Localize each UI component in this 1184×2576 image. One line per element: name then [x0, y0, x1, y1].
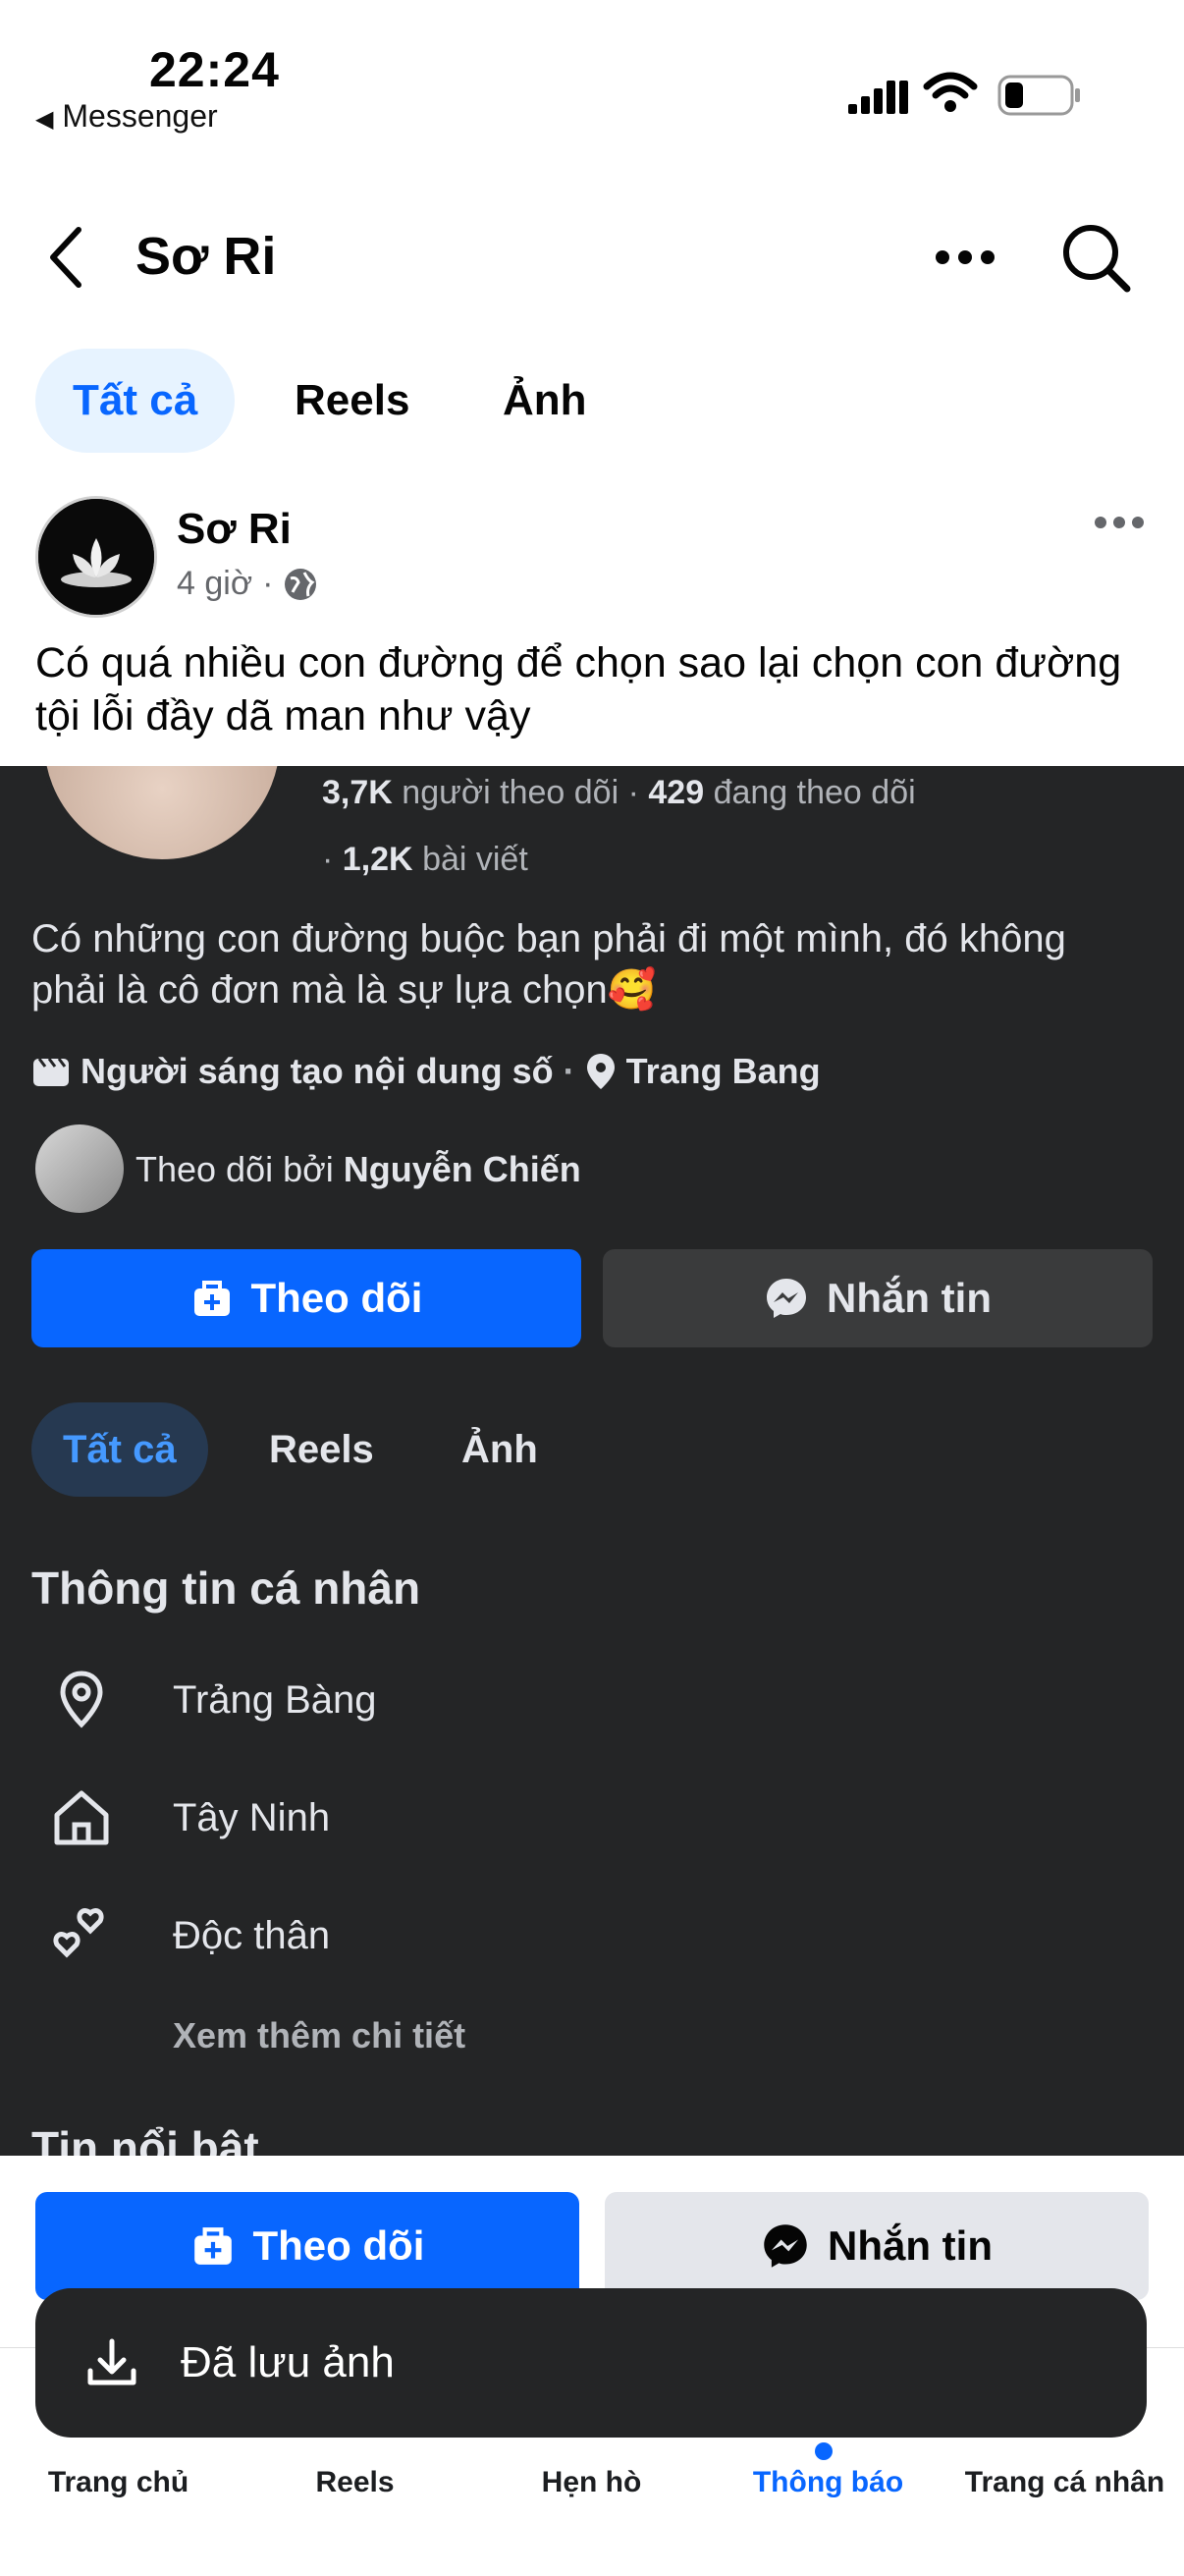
meta-dot: · — [262, 565, 274, 602]
globe-icon — [285, 568, 317, 600]
post-more-icon[interactable] — [1094, 515, 1145, 535]
post-text: Có quá nhiều con đường để chọn sao lại c… — [35, 639, 1122, 740]
nav-reels[interactable]: Reels — [237, 2466, 473, 2499]
posts-stats: · 1,2K bài viết — [322, 841, 528, 879]
saved-photo-toast: Đã lưu ảnh — [35, 2288, 1147, 2438]
post-author-name[interactable]: Sơ Ri — [177, 505, 292, 554]
profile-bio: Có những con đường buộc bạn phải đi một … — [31, 917, 1066, 1012]
wifi-icon — [923, 71, 978, 119]
message-button-label: Nhắn tin — [827, 1275, 992, 1321]
page-title: Sơ Ri — [135, 227, 277, 286]
following-label: đang theo dõi — [713, 774, 916, 811]
nav-notifications[interactable]: Thông báo — [710, 2466, 946, 2499]
toast-text: Đã lưu ảnh — [181, 2338, 395, 2386]
nav-profile[interactable]: Trang cá nhân — [946, 2466, 1183, 2499]
back-arrow-icon[interactable] — [43, 224, 86, 296]
signal-icon — [846, 77, 909, 121]
profile-photo-partial — [39, 766, 285, 864]
nav-dating[interactable]: Hẹn hò — [473, 2466, 710, 2499]
follow-icon — [193, 2227, 232, 2265]
see-more-details-link[interactable]: Xem thêm chi tiết — [173, 2015, 465, 2056]
profile-meta-row: Người sáng tạo nội dung số · Trang Bang — [31, 1051, 821, 1092]
bottom-follow-button[interactable]: Theo dõi — [35, 2192, 579, 2300]
info-text: Độc thân — [173, 1913, 331, 1957]
download-icon — [87, 2338, 136, 2385]
messenger-icon — [767, 1279, 806, 1318]
tab-reels[interactable]: Reels — [295, 349, 409, 453]
location-pin-icon — [60, 1671, 103, 1728]
featured-section-title: Tin nổi bật — [31, 2122, 259, 2156]
lotus-icon — [38, 499, 154, 615]
bottom-follow-label: Theo dõi — [252, 2222, 425, 2269]
info-row-hometown: Tây Ninh — [49, 1785, 330, 1850]
screenshot-tab-photos[interactable]: Ảnh — [461, 1402, 538, 1497]
follower-avatar[interactable] — [35, 1124, 124, 1213]
stat-dot: · — [322, 841, 343, 878]
back-app-label: Messenger — [62, 98, 218, 134]
meta-dot: · — [563, 1051, 575, 1091]
message-button[interactable]: Nhắn tin — [603, 1249, 1153, 1347]
more-options-icon[interactable] — [935, 247, 996, 272]
search-icon[interactable] — [1060, 222, 1131, 298]
posts-count: 1,2K — [342, 841, 413, 878]
messenger-icon — [764, 2224, 807, 2268]
location-label: Trang Bang — [625, 1051, 821, 1091]
status-time: 22:24 — [149, 42, 280, 97]
info-row-location: Trảng Bàng — [49, 1668, 377, 1732]
back-triangle-icon: ◀ — [35, 106, 54, 133]
post-time: 4 giờ — [177, 565, 253, 602]
followers-label: người theo dõi — [402, 774, 619, 811]
info-text: Trảng Bàng — [173, 1677, 377, 1722]
followed-by-name[interactable]: Nguyễn Chiến — [344, 1149, 581, 1189]
followers-count: 3,7K — [322, 774, 393, 811]
followed-by-prefix: Theo dõi bởi — [135, 1149, 334, 1189]
screenshot-tab-all[interactable]: Tất cả — [31, 1402, 208, 1497]
post-image[interactable]: 3,7K người theo dõi · 429 đang theo dõi … — [0, 766, 1184, 2156]
info-section-title: Thông tin cá nhân — [31, 1562, 421, 1614]
battery-icon — [997, 75, 1082, 121]
clapperboard-icon — [33, 1058, 69, 1086]
creator-label: Người sáng tạo nội dung số — [81, 1051, 554, 1091]
follow-button[interactable]: Theo dõi — [31, 1249, 581, 1347]
stat-dot: · — [627, 774, 649, 811]
follow-icon — [193, 1281, 230, 1316]
info-row-relationship: Độc thân — [49, 1903, 330, 1968]
following-count: 429 — [648, 774, 705, 811]
bottom-message-label: Nhắn tin — [828, 2222, 993, 2269]
nav-active-indicator — [815, 2442, 833, 2460]
posts-label: bài viết — [422, 841, 528, 878]
tab-all[interactable]: Tất cả — [35, 349, 236, 453]
post-meta: 4 giờ · — [177, 565, 318, 603]
tab-photos[interactable]: Ảnh — [503, 349, 587, 453]
hearts-icon — [53, 1908, 104, 1958]
info-text: Tây Ninh — [173, 1795, 331, 1839]
follow-stats: 3,7K người theo dõi · 429 đang theo dõi — [322, 774, 916, 812]
back-to-app-link[interactable]: ◀ Messenger — [35, 98, 218, 135]
followed-by-text: Theo dõi bởi Nguyễn Chiến — [135, 1149, 581, 1190]
bottom-message-button[interactable]: Nhắn tin — [605, 2192, 1149, 2300]
home-icon — [54, 1790, 109, 1845]
post-author-avatar[interactable] — [35, 496, 157, 618]
location-pin-icon — [586, 1054, 615, 1089]
screenshot-tab-reels[interactable]: Reels — [269, 1402, 374, 1497]
follow-button-label: Theo dõi — [250, 1275, 423, 1321]
nav-home[interactable]: Trang chủ — [0, 2466, 237, 2499]
